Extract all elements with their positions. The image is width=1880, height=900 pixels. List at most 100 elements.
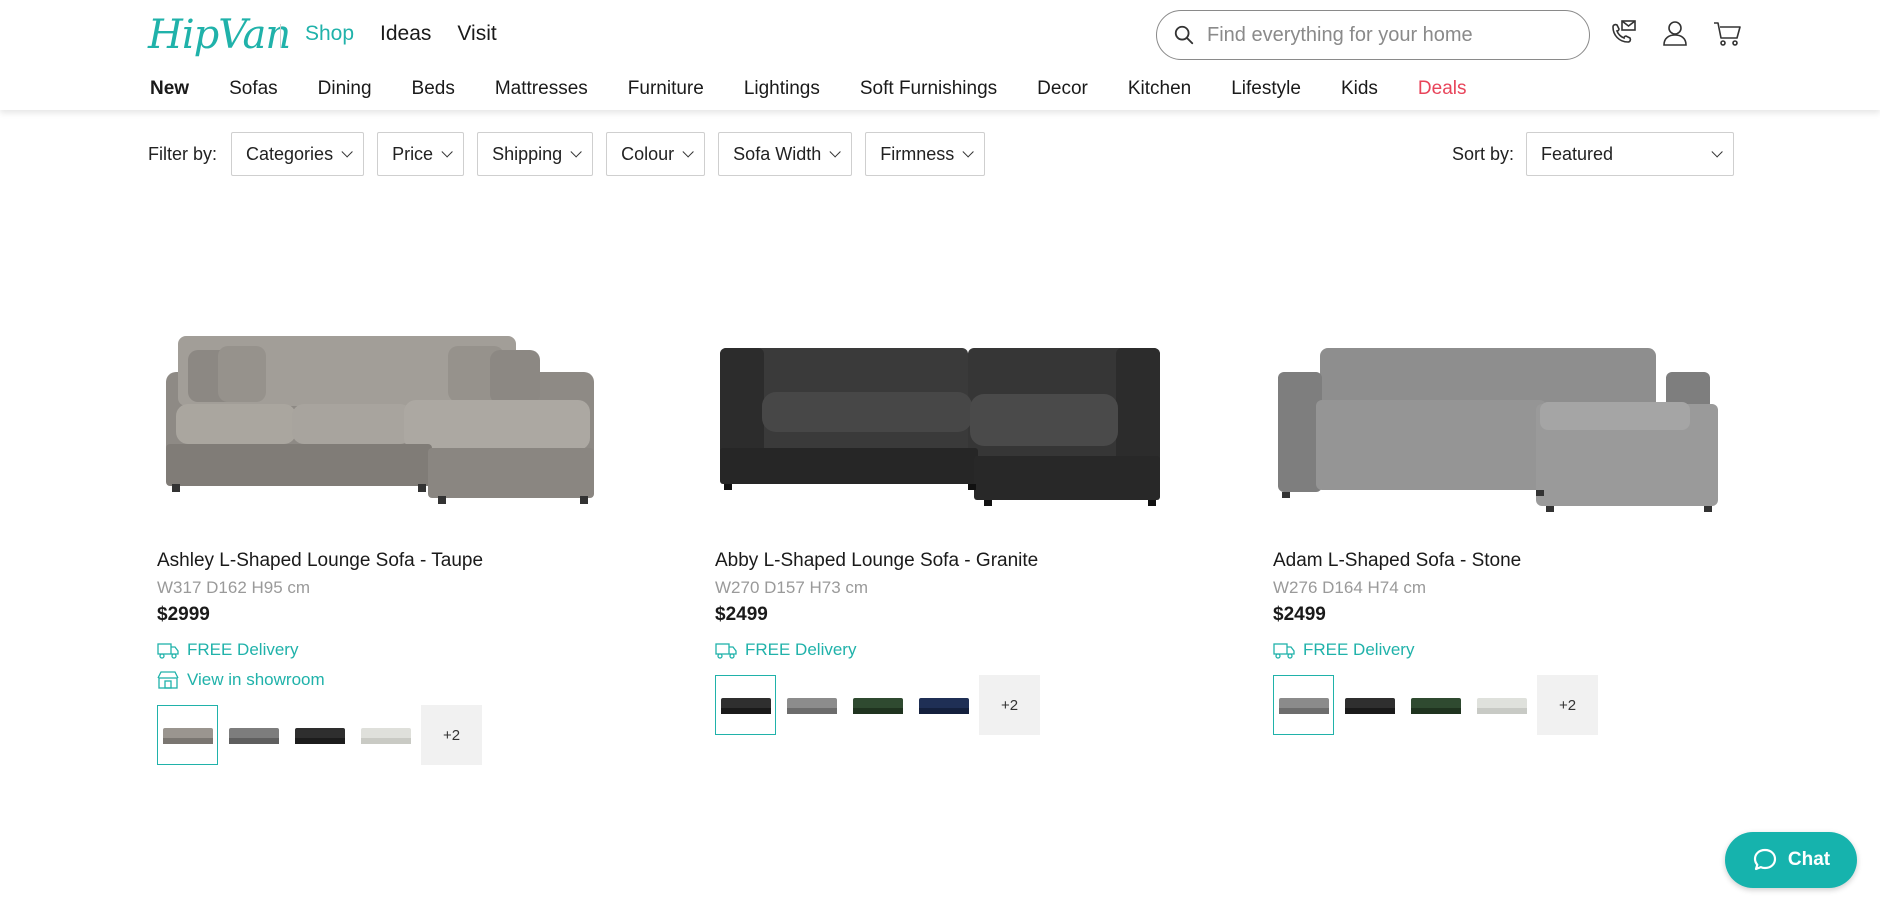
chevron-down-icon [570, 146, 582, 158]
filter-firmness-label: Firmness [880, 143, 955, 164]
product-price: $2499 [1273, 604, 1326, 625]
view-in-showroom-text: View in showroom [187, 670, 325, 689]
chevron-down-icon [1711, 146, 1723, 158]
sort-select[interactable]: Featured [1526, 132, 1734, 176]
filter-shipping-label: Shipping [492, 143, 563, 164]
product-dimensions: W276 D164 H74 cm [1273, 578, 1427, 597]
product-name[interactable]: Ashley L-Shaped Lounge Sofa - Taupe [157, 550, 483, 572]
category-mattresses[interactable]: Mattresses [495, 78, 588, 100]
more-colors-button[interactable]: +2 [1537, 675, 1598, 735]
color-swatch[interactable] [157, 705, 218, 765]
filter-label: Filter by: [148, 143, 218, 164]
chevron-down-icon [962, 146, 975, 158]
filter-bar: Filter by: Categories Price Shipping Col… [148, 132, 1734, 176]
showroom-icon [157, 671, 179, 689]
color-swatch[interactable] [355, 705, 416, 765]
top-nav-ideas[interactable]: Ideas [380, 22, 431, 46]
category-nav: New Sofas Dining Beds Mattresses Furnitu… [150, 78, 1466, 100]
filter-colour-label: Colour [621, 143, 675, 164]
free-delivery-text: FREE Delivery [745, 640, 857, 659]
more-colors-button[interactable]: +2 [979, 675, 1040, 735]
more-colors-button[interactable]: +2 [421, 705, 482, 765]
filter-sofa-width[interactable]: Sofa Width [718, 132, 853, 176]
product-price: $2499 [715, 604, 768, 625]
contact-icon[interactable] [1606, 16, 1640, 50]
filter-categories[interactable]: Categories [231, 132, 365, 176]
filter-firmness[interactable]: Firmness [865, 132, 986, 176]
top-nav: Shop Ideas Visit [305, 22, 497, 46]
free-delivery-badge: FREE Delivery [157, 640, 298, 660]
color-swatch[interactable] [781, 675, 842, 735]
product-name[interactable]: Abby L-Shaped Lounge Sofa - Granite [715, 550, 1038, 572]
chat-button[interactable]: Chat [1725, 832, 1857, 888]
product-name[interactable]: Adam L-Shaped Sofa - Stone [1273, 550, 1521, 572]
product-card: Adam L-Shaped Sofa - Stone W276 D164 H74… [1264, 300, 1734, 735]
filter-price[interactable]: Price [377, 132, 465, 176]
category-dining[interactable]: Dining [318, 78, 372, 100]
filter-shipping[interactable]: Shipping [477, 132, 594, 176]
product-image-ashley-sofa[interactable] [148, 300, 608, 530]
color-swatch[interactable] [1339, 675, 1400, 735]
delivery-truck-icon [715, 643, 737, 659]
category-new[interactable]: New [150, 78, 189, 100]
product-dimensions: W317 D162 H95 cm [157, 578, 311, 597]
product-price: $2999 [157, 604, 210, 625]
hipvan-logo[interactable]: HipVan [148, 12, 291, 58]
chat-label: Chat [1787, 849, 1831, 870]
color-swatch[interactable] [913, 675, 974, 735]
search-input[interactable] [1207, 23, 1577, 47]
chevron-down-icon [682, 146, 694, 158]
top-nav-shop[interactable]: Shop [305, 22, 354, 46]
filter-price-label: Price [392, 143, 434, 164]
chat-bubble-icon [1753, 848, 1776, 871]
category-kitchen[interactable]: Kitchen [1128, 78, 1191, 100]
color-swatches: +2 [1273, 675, 1598, 735]
color-swatch[interactable] [1273, 675, 1334, 735]
logo-divider [280, 24, 281, 48]
delivery-truck-icon [157, 643, 179, 659]
filter-sofa-width-label: Sofa Width [733, 143, 822, 164]
view-in-showroom-link[interactable]: View in showroom [157, 670, 325, 690]
category-lightings[interactable]: Lightings [744, 78, 820, 100]
free-delivery-badge: FREE Delivery [1273, 640, 1414, 660]
sort-value: Featured [1541, 143, 1614, 164]
product-image-adam-sofa[interactable] [1264, 300, 1724, 530]
color-swatch[interactable] [1405, 675, 1466, 735]
color-swatch[interactable] [289, 705, 350, 765]
top-nav-visit[interactable]: Visit [457, 22, 496, 46]
category-lifestyle[interactable]: Lifestyle [1231, 78, 1301, 100]
category-beds[interactable]: Beds [412, 78, 455, 100]
category-kids[interactable]: Kids [1341, 78, 1378, 100]
search-bar[interactable] [1156, 10, 1590, 60]
site-header: HipVan Shop Ideas Visit New Sofas Dining… [0, 0, 1880, 110]
account-icon[interactable] [1658, 16, 1692, 50]
product-card: Ashley L-Shaped Lounge Sofa - Taupe W317… [148, 300, 618, 765]
chevron-down-icon [441, 146, 453, 158]
product-dimensions: W270 D157 H73 cm [715, 578, 869, 597]
product-image-abby-sofa[interactable] [706, 300, 1166, 530]
category-soft-furnishings[interactable]: Soft Furnishings [860, 78, 997, 100]
header-icons [1606, 16, 1744, 50]
sort-label: Sort by: [1451, 143, 1514, 164]
color-swatches: +2 [157, 705, 482, 765]
color-swatches: +2 [715, 675, 1040, 735]
delivery-truck-icon [1273, 643, 1295, 659]
category-sofas[interactable]: Sofas [229, 78, 278, 100]
sort-control: Sort by: Featured [1452, 132, 1734, 176]
category-furniture[interactable]: Furniture [628, 78, 704, 100]
free-delivery-badge: FREE Delivery [715, 640, 856, 660]
color-swatch[interactable] [715, 675, 776, 735]
cart-icon[interactable] [1710, 16, 1744, 50]
category-decor[interactable]: Decor [1037, 78, 1088, 100]
product-card: Abby L-Shaped Lounge Sofa - Granite W270… [706, 300, 1176, 735]
color-swatch[interactable] [847, 675, 908, 735]
search-icon [1174, 25, 1194, 45]
color-swatch[interactable] [223, 705, 284, 765]
chevron-down-icon [341, 146, 353, 158]
filter-categories-label: Categories [246, 143, 334, 164]
free-delivery-text: FREE Delivery [1303, 640, 1415, 659]
category-deals[interactable]: Deals [1418, 78, 1467, 100]
filter-colour[interactable]: Colour [606, 132, 706, 176]
color-swatch[interactable] [1471, 675, 1532, 735]
free-delivery-text: FREE Delivery [187, 640, 299, 659]
